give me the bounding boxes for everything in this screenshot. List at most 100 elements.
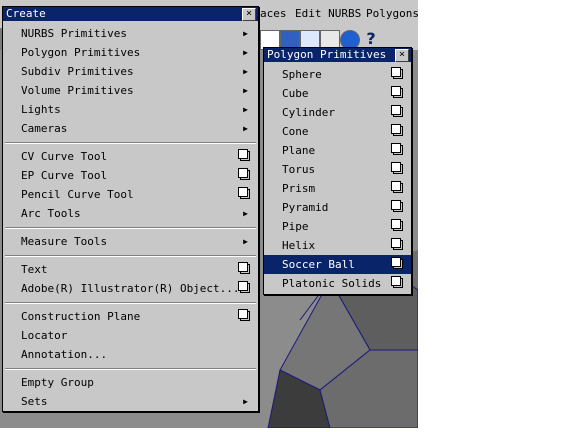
menu-item-label: Cube (282, 87, 309, 100)
menu-item-nurbs-primitives[interactable]: NURBS Primitives ▶ (3, 24, 258, 43)
option-box-icon[interactable] (391, 124, 403, 136)
poly-item-pipe[interactable]: Pipe (264, 217, 411, 236)
menu-item-label: EP Curve Tool (21, 169, 108, 182)
menu-item-label: Measure Tools (21, 235, 108, 248)
option-box-icon[interactable] (391, 181, 403, 193)
poly-item-prism[interactable]: Prism (264, 179, 411, 198)
menu-item-label: Annotation... (21, 348, 108, 361)
option-box-icon[interactable] (391, 219, 403, 231)
menu-item-label: Sphere (282, 68, 322, 81)
menu-item-text[interactable]: Text (3, 260, 258, 279)
menu-item-pencil-curve-tool[interactable]: Pencil Curve Tool (3, 185, 258, 204)
menu-item-label: Plane (282, 144, 316, 157)
menu-item-label: Cylinder (282, 106, 335, 119)
menu-item-volume-primitives[interactable]: Volume Primitives ▶ (3, 81, 258, 100)
menu-item-lights[interactable]: Lights ▶ (3, 100, 258, 119)
menu-item-label: NURBS Primitives (21, 27, 127, 40)
menu-item-cv-curve-tool[interactable]: CV Curve Tool (3, 147, 258, 166)
menu-item-adobe-illustrator-object[interactable]: Adobe(R) Illustrator(R) Object... (3, 279, 258, 298)
option-box-icon[interactable] (238, 168, 250, 180)
poly-item-soccer-ball[interactable]: Soccer Ball (264, 255, 411, 274)
poly-item-pyramid[interactable]: Pyramid (264, 198, 411, 217)
option-box-icon[interactable] (391, 67, 403, 79)
option-box-icon[interactable] (391, 86, 403, 98)
polygon-primitives-titlebar[interactable]: Polygon Primitives × (264, 48, 411, 62)
menu-item-label: Sets (21, 395, 48, 408)
menu-item-label: Adobe(R) Illustrator(R) Object... (21, 282, 240, 295)
option-box-icon[interactable] (391, 238, 403, 250)
menu-item-sets[interactable]: Sets ▶ (3, 392, 258, 411)
menu-item-label: Volume Primitives (21, 84, 134, 97)
menu-item-label: Helix (282, 239, 316, 252)
menu-item-label: Pyramid (282, 201, 329, 214)
submenu-arrow-icon: ▶ (243, 67, 248, 76)
poly-item-cylinder[interactable]: Cylinder (264, 103, 411, 122)
menu-item-label: CV Curve Tool (21, 150, 108, 163)
menu-item-label: Platonic Solids (282, 277, 382, 290)
menubar-item-edit-nurbs[interactable]: Edit NURBS (295, 7, 361, 20)
option-box-icon[interactable] (238, 262, 250, 274)
menubar-item-polygons[interactable]: Polygons (366, 7, 418, 20)
menu-item-subdiv-primitives[interactable]: Subdiv Primitives ▶ (3, 62, 258, 81)
menu-item-label: Empty Group (21, 376, 94, 389)
menu-item-measure-tools[interactable]: Measure Tools ▶ (3, 232, 258, 251)
menu-item-label: Construction Plane (21, 310, 141, 323)
option-box-icon[interactable] (238, 187, 250, 199)
submenu-arrow-icon: ▶ (243, 124, 248, 133)
polygon-primitives-title: Polygon Primitives (267, 48, 387, 61)
menubar-item-faces[interactable]: aces (260, 7, 287, 20)
submenu-arrow-icon: ▶ (243, 397, 248, 406)
submenu-arrow-icon: ▶ (243, 237, 248, 246)
option-box-icon[interactable] (238, 149, 250, 161)
menu-separator (5, 302, 256, 304)
menu-separator (5, 227, 256, 229)
poly-item-sphere[interactable]: Sphere (264, 65, 411, 84)
menu-item-ep-curve-tool[interactable]: EP Curve Tool (3, 166, 258, 185)
menu-item-label: Polygon Primitives (21, 46, 141, 59)
option-box-icon[interactable] (391, 276, 403, 288)
submenu-arrow-icon: ▶ (243, 29, 248, 38)
submenu-arrow-icon: ▶ (243, 48, 248, 57)
poly-item-torus[interactable]: Torus (264, 160, 411, 179)
menu-item-empty-group[interactable]: Empty Group (3, 373, 258, 392)
menu-item-label: Arc Tools (21, 207, 81, 220)
poly-item-platonic-solids[interactable]: Platonic Solids (264, 274, 411, 293)
option-box-icon[interactable] (391, 162, 403, 174)
menu-item-label: Soccer Ball (282, 258, 355, 271)
close-icon[interactable]: × (395, 49, 409, 62)
poly-item-cube[interactable]: Cube (264, 84, 411, 103)
menu-item-locator[interactable]: Locator (3, 326, 258, 345)
menu-item-arc-tools[interactable]: Arc Tools ▶ (3, 204, 258, 223)
poly-item-cone[interactable]: Cone (264, 122, 411, 141)
help-icon[interactable]: ? (362, 30, 380, 48)
menu-item-construction-plane[interactable]: Construction Plane (3, 307, 258, 326)
menu-item-label: Torus (282, 163, 316, 176)
menu-separator (5, 142, 256, 144)
option-box-icon[interactable] (391, 200, 403, 212)
menu-item-polygon-primitives[interactable]: Polygon Primitives ▶ (3, 43, 258, 62)
option-box-icon[interactable] (238, 281, 250, 293)
option-box-icon[interactable] (391, 143, 403, 155)
close-icon[interactable]: × (242, 8, 256, 21)
menu-item-label: Lights (21, 103, 61, 116)
create-menu-title: Create (6, 7, 46, 20)
menu-item-cameras[interactable]: Cameras ▶ (3, 119, 258, 138)
create-menu-titlebar[interactable]: Create × (3, 7, 258, 21)
menu-item-annotation[interactable]: Annotation... (3, 345, 258, 364)
option-box-icon[interactable] (391, 257, 403, 269)
poly-item-helix[interactable]: Helix (264, 236, 411, 255)
menu-item-label: Subdiv Primitives (21, 65, 134, 78)
menu-item-label: Pencil Curve Tool (21, 188, 134, 201)
create-menu: Create × NURBS Primitives ▶ Polygon Primit… (2, 6, 259, 412)
option-box-icon[interactable] (391, 105, 403, 117)
create-menu-items: NURBS Primitives ▶ Polygon Primitives ▶ Subd… (3, 21, 258, 411)
menu-item-label: Text (21, 263, 48, 276)
option-box-icon[interactable] (238, 309, 250, 321)
submenu-arrow-icon: ▶ (243, 209, 248, 218)
menu-item-label: Cone (282, 125, 309, 138)
polygon-primitives-menu: Polygon Primitives × Sphere Cube Cylinder C… (263, 47, 412, 295)
submenu-arrow-icon: ▶ (243, 105, 248, 114)
poly-item-plane[interactable]: Plane (264, 141, 411, 160)
menu-separator (5, 368, 256, 370)
polygon-primitives-items: Sphere Cube Cylinder Cone Plane Torus Prism Pyr… (264, 62, 411, 294)
